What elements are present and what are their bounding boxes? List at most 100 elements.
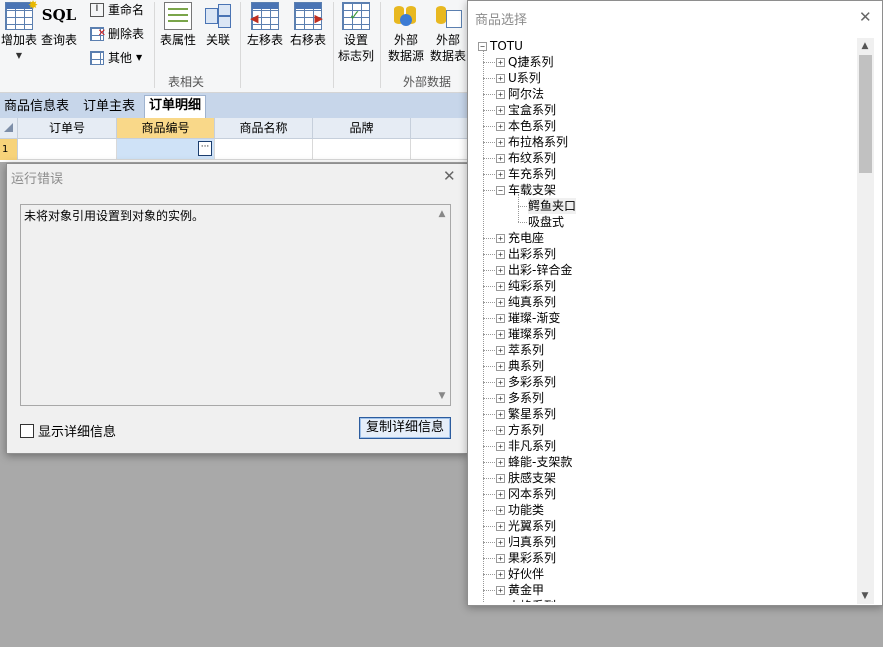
- close-icon[interactable]: ✕: [859, 9, 872, 25]
- tree-child-node[interactable]: 鳄鱼夹口: [528, 198, 577, 214]
- tree-node[interactable]: + 典系列: [496, 358, 544, 374]
- other-button[interactable]: 其他 ▼: [90, 48, 142, 68]
- collapse-icon[interactable]: −: [496, 185, 505, 195]
- expand-icon[interactable]: +: [496, 457, 505, 467]
- copy-details-button[interactable]: 复制详细信息: [359, 417, 451, 439]
- tree-node[interactable]: + 蜂能-支架款: [496, 454, 572, 470]
- relation-button[interactable]: 关联: [201, 2, 235, 48]
- expand-icon[interactable]: +: [496, 105, 505, 115]
- tree-node[interactable]: + 功能类: [496, 502, 544, 518]
- tree-node[interactable]: + 多系列: [496, 390, 544, 406]
- column-header-order-no[interactable]: 订单号: [18, 118, 117, 139]
- tree-node[interactable]: +火焰系列: [496, 598, 556, 602]
- tree-node[interactable]: + 归真系列: [496, 534, 556, 550]
- expand-icon[interactable]: +: [496, 377, 505, 387]
- tree-node[interactable]: + 多彩系列: [496, 374, 556, 390]
- expand-icon[interactable]: +: [496, 329, 505, 339]
- scroll-up-icon[interactable]: ▲: [857, 38, 873, 54]
- tree-node[interactable]: + 冈本系列: [496, 486, 556, 502]
- expand-icon[interactable]: +: [496, 441, 505, 451]
- expand-icon[interactable]: +: [496, 361, 505, 371]
- expand-icon[interactable]: +: [496, 73, 505, 83]
- expand-icon[interactable]: +: [496, 473, 505, 483]
- tree-node[interactable]: + 本色系列: [496, 118, 556, 134]
- tree-node[interactable]: + U系列: [496, 70, 541, 86]
- tree-node[interactable]: + 出彩-锌合金: [496, 262, 572, 278]
- row-header[interactable]: 1: [0, 139, 18, 160]
- expand-icon[interactable]: +: [496, 89, 505, 99]
- expand-icon[interactable]: +: [496, 537, 505, 547]
- sql-query-button[interactable]: SQL 查询表: [40, 2, 78, 48]
- expand-icon[interactable]: +: [496, 425, 505, 435]
- expand-icon[interactable]: +: [496, 409, 505, 419]
- tree-node[interactable]: + 非凡系列: [496, 438, 556, 454]
- scroll-down-icon[interactable]: ▼: [857, 588, 873, 604]
- tree-node[interactable]: + 纯彩系列: [496, 278, 556, 294]
- external-datatable-button[interactable]: 外部 数据表: [428, 2, 468, 64]
- scroll-down-icon[interactable]: ▼: [434, 388, 450, 404]
- tree-node[interactable]: + 方系列: [496, 422, 544, 438]
- table-properties-button[interactable]: 表属性: [158, 2, 198, 48]
- expand-icon[interactable]: +: [496, 521, 505, 531]
- expand-icon[interactable]: +: [496, 601, 505, 602]
- expand-icon[interactable]: +: [496, 169, 505, 179]
- cell-product-code[interactable]: ···: [117, 139, 215, 160]
- column-header-brand[interactable]: 品牌: [313, 118, 411, 139]
- set-flag-column-button[interactable]: ✓ 设置 标志列: [336, 2, 376, 64]
- column-header-product-code[interactable]: 商品编号: [117, 118, 215, 139]
- tree-node[interactable]: + 光翼系列: [496, 518, 556, 534]
- close-icon[interactable]: ✕: [443, 168, 456, 184]
- tree-node[interactable]: + 阿尔法: [496, 86, 544, 102]
- tree-node[interactable]: + 璀璨系列: [496, 326, 556, 342]
- column-header-product-name[interactable]: 商品名称: [215, 118, 313, 139]
- collapse-icon[interactable]: −: [478, 41, 487, 51]
- expand-icon[interactable]: +: [496, 345, 505, 355]
- tree-node[interactable]: + 萃系列: [496, 342, 544, 358]
- expand-icon[interactable]: +: [496, 393, 505, 403]
- tab-order-detail[interactable]: 订单明细: [144, 95, 207, 118]
- tab-product-info[interactable]: 商品信息表: [0, 97, 73, 117]
- tree-node[interactable]: + Q捷系列: [496, 54, 553, 70]
- expand-icon[interactable]: +: [496, 489, 505, 499]
- expand-icon[interactable]: +: [496, 137, 505, 147]
- tree-node[interactable]: + 布纹系列: [496, 150, 556, 166]
- tree-node[interactable]: + 纯真系列: [496, 294, 556, 310]
- add-table-button[interactable]: ✸ 增加表 ▼: [0, 0, 38, 64]
- tree-child-node[interactable]: 吸盘式: [528, 214, 564, 230]
- expand-icon[interactable]: +: [496, 281, 505, 291]
- expand-icon[interactable]: +: [496, 249, 505, 259]
- external-datasource-button[interactable]: 外部 数据源: [385, 2, 427, 64]
- expand-icon[interactable]: +: [496, 553, 505, 563]
- expand-icon[interactable]: +: [496, 313, 505, 323]
- error-message-box[interactable]: 未将对象引用设置到对象的实例。 ▲ ▼: [20, 204, 451, 406]
- tree-node[interactable]: + 好伙伴: [496, 566, 544, 582]
- tree-root[interactable]: − TOTU: [478, 38, 523, 54]
- expand-icon[interactable]: +: [496, 153, 505, 163]
- delete-table-button[interactable]: ✕ 删除表: [90, 24, 144, 44]
- move-table-left-button[interactable]: ◀ 左移表: [244, 2, 286, 48]
- tree-node[interactable]: + 肤感支架: [496, 470, 556, 486]
- tree-node[interactable]: − 车载支架: [496, 182, 556, 198]
- expand-icon[interactable]: +: [496, 585, 505, 595]
- tree-node[interactable]: + 繁星系列: [496, 406, 556, 422]
- message-scrollbar[interactable]: ▲ ▼: [434, 205, 450, 405]
- tree-node[interactable]: + 布拉格系列: [496, 134, 568, 150]
- tree-node[interactable]: + 果彩系列: [496, 550, 556, 566]
- rename-table-button[interactable]: I 重命名: [90, 0, 144, 20]
- tree-scrollbar[interactable]: ▲ ▼: [857, 38, 874, 604]
- tree-node[interactable]: + 黄金甲: [496, 582, 544, 598]
- tree-node[interactable]: + 宝盒系列: [496, 102, 556, 118]
- move-table-right-button[interactable]: ▶ 右移表: [287, 2, 329, 48]
- cell-brand[interactable]: [313, 139, 411, 160]
- scroll-up-icon[interactable]: ▲: [434, 206, 450, 222]
- show-details-checkbox[interactable]: [20, 423, 34, 438]
- expand-icon[interactable]: +: [496, 233, 505, 243]
- expand-icon[interactable]: +: [496, 297, 505, 307]
- tree-node[interactable]: + 充电座: [496, 230, 544, 246]
- expand-icon[interactable]: +: [496, 265, 505, 275]
- cell-order-no[interactable]: [18, 139, 117, 160]
- expand-icon[interactable]: +: [496, 121, 505, 131]
- tree-node[interactable]: + 璀璨-渐变: [496, 310, 560, 326]
- tree-node[interactable]: + 车充系列: [496, 166, 556, 182]
- select-all-corner[interactable]: [0, 118, 18, 139]
